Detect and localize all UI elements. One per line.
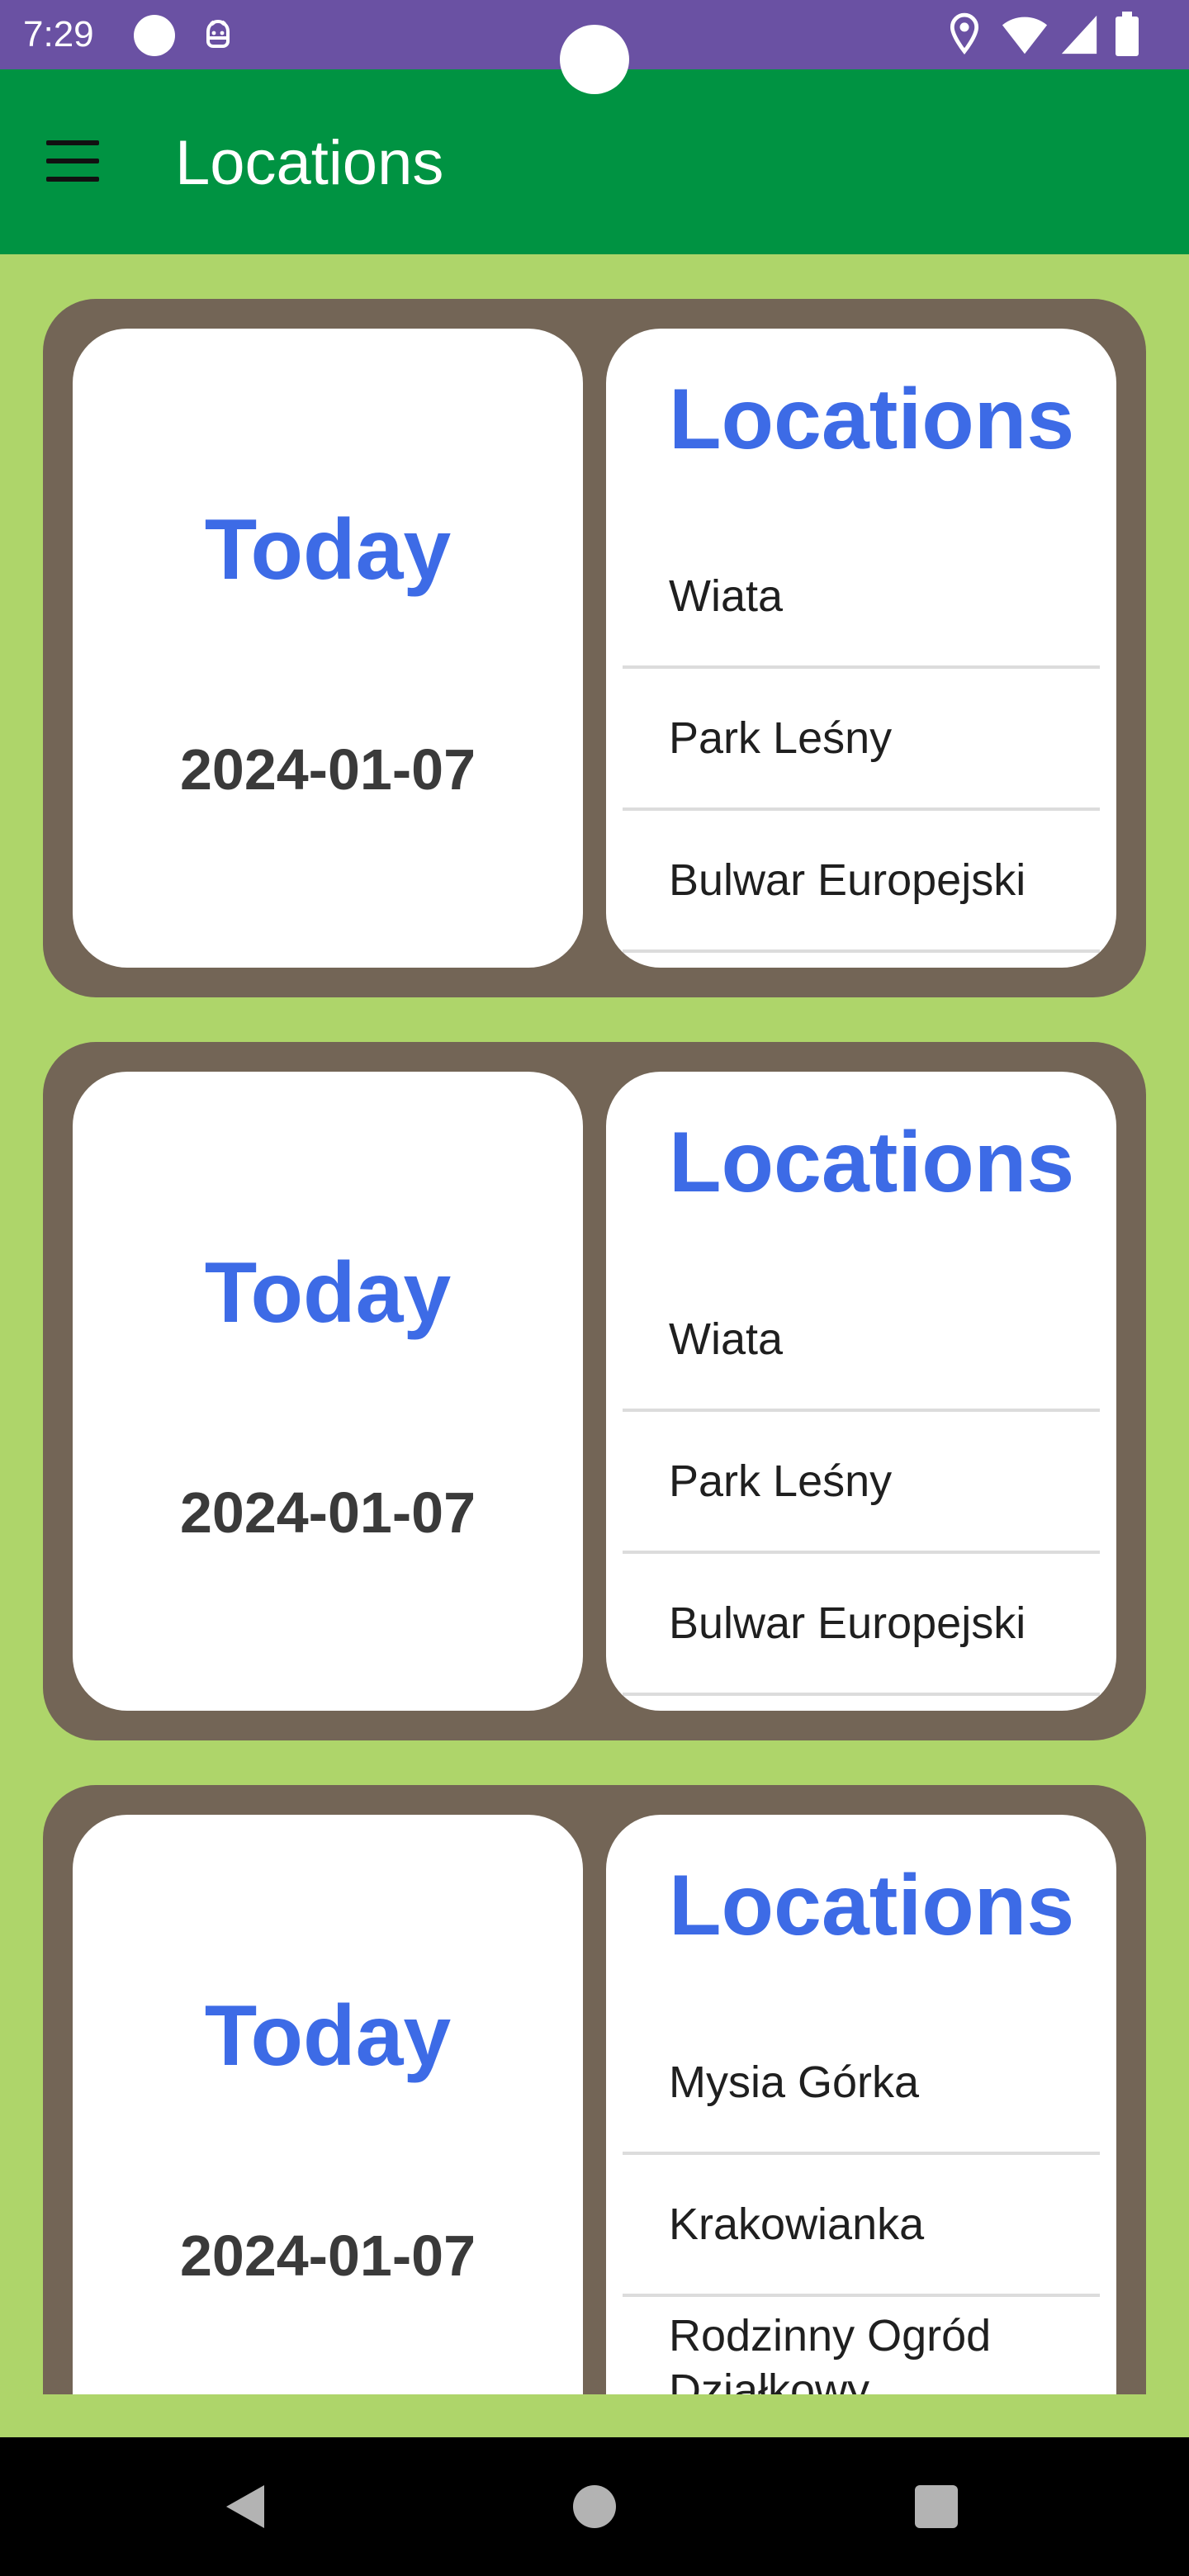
location-item[interactable]: Park Leśny: [623, 1412, 1100, 1554]
wifi-icon: [1002, 17, 1048, 54]
locations-panel: Locations Wiata Park Leśny Bulwar Europe…: [606, 329, 1116, 968]
date-value: 2024-01-07: [179, 737, 476, 802]
app-title: Locations: [175, 128, 444, 198]
camera-cutout: [560, 25, 629, 94]
location-item[interactable]: Bulwar Europejski: [623, 1554, 1100, 1696]
location-item[interactable]: Krakowianka: [623, 2155, 1100, 2297]
location-item[interactable]: Wiata: [623, 527, 1100, 669]
location-item[interactable]: Wiata: [623, 1270, 1100, 1412]
location-list[interactable]: Wiata Park Leśny Bulwar Europejski: [623, 527, 1100, 953]
status-icons: [946, 12, 1161, 58]
signal-icon: [1061, 15, 1097, 54]
location-list[interactable]: Wiata Park Leśny Bulwar Europejski: [623, 1270, 1100, 1696]
date-panel: Today 2024-01-07: [73, 1072, 583, 1711]
date-panel: Today 2024-01-07: [73, 1815, 583, 2394]
date-panel: Today 2024-01-07: [73, 329, 583, 968]
android-debug-icon: [206, 20, 230, 48]
battery-icon: [1116, 12, 1139, 56]
locations-heading: Locations: [669, 372, 1075, 467]
location-list[interactable]: Mysia Górka Krakowianka Rodzinny Ogród D…: [623, 2013, 1100, 2394]
today-label: Today: [204, 1245, 452, 1341]
notification-dot-icon: [134, 15, 175, 56]
navigation-bar: [0, 2437, 1189, 2576]
location-item[interactable]: Mysia Górka: [623, 2013, 1100, 2155]
date-value: 2024-01-07: [179, 1480, 476, 1545]
locations-heading: Locations: [669, 1858, 1075, 1953]
locations-panel: Locations Mysia Górka Krakowianka Rodzin…: [606, 1815, 1116, 2394]
home-icon[interactable]: [573, 2485, 616, 2528]
location-item[interactable]: Park Leśny: [623, 669, 1100, 811]
day-card[interactable]: Today 2024-01-07 Locations Mysia Górka K…: [43, 1785, 1146, 2394]
status-time: 7:29: [23, 14, 94, 54]
location-item[interactable]: Rodzinny Ogród Działkowy: [623, 2297, 1100, 2394]
locations-list[interactable]: Today 2024-01-07 Locations Wiata Park Le…: [0, 254, 1189, 2394]
locations-panel: Locations Wiata Park Leśny Bulwar Europe…: [606, 1072, 1116, 1711]
back-icon[interactable]: [221, 2482, 271, 2531]
location-item[interactable]: Bulwar Europejski: [623, 811, 1100, 953]
day-card[interactable]: Today 2024-01-07 Locations Wiata Park Le…: [43, 299, 1146, 997]
today-label: Today: [204, 1988, 452, 2084]
hamburger-menu-icon[interactable]: [38, 134, 107, 188]
day-card[interactable]: Today 2024-01-07 Locations Wiata Park Le…: [43, 1042, 1146, 1740]
today-label: Today: [204, 502, 452, 598]
date-value: 2024-01-07: [179, 2223, 476, 2288]
location-icon: [950, 12, 979, 54]
app-bar: Locations: [0, 69, 1189, 254]
locations-heading: Locations: [669, 1115, 1075, 1210]
recents-icon[interactable]: [915, 2485, 958, 2528]
